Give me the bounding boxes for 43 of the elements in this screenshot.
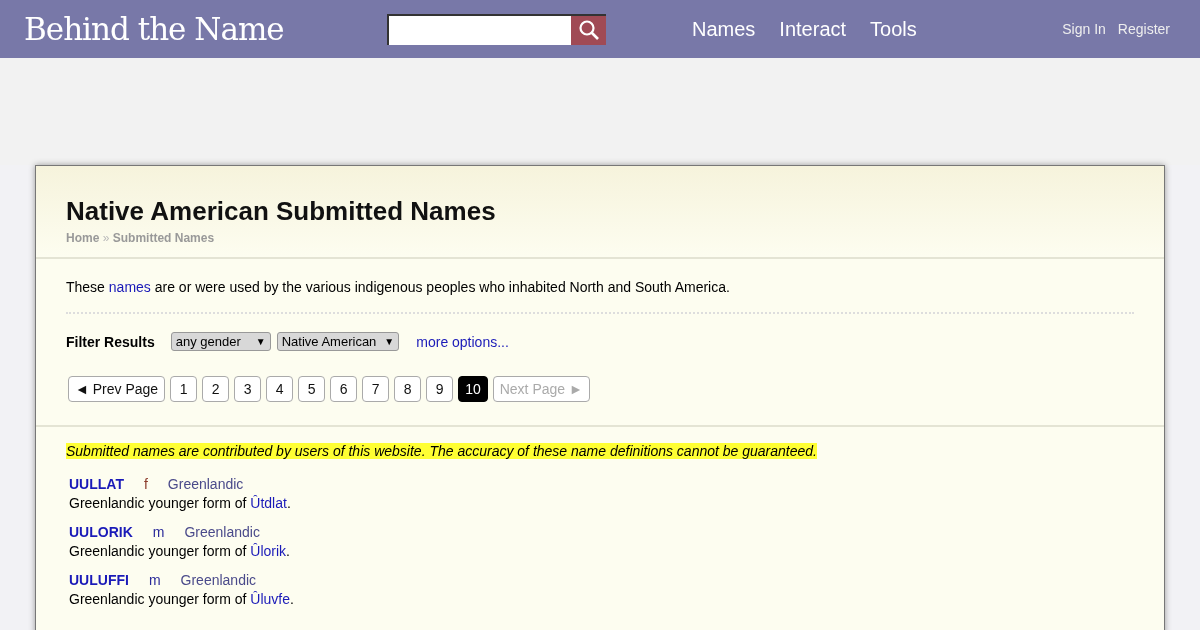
filter-label: Filter Results xyxy=(66,333,155,350)
page-title: Native American Submitted Names xyxy=(66,196,497,227)
page-button[interactable]: 2 xyxy=(202,376,230,402)
name-link[interactable]: Ûluvfe xyxy=(250,591,290,607)
name-link[interactable]: Ûtdlat xyxy=(250,495,287,511)
definition-text: Greenlandic younger form of Ûluvfe. xyxy=(69,591,295,607)
definition-text: Greenlandic younger form of Ûtdlat. xyxy=(69,495,292,511)
names-link[interactable]: names xyxy=(108,279,151,295)
usage-link[interactable]: Greenlandic xyxy=(167,476,244,492)
definition-text: Greenlandic younger form of Ûlorik. xyxy=(69,543,291,559)
more-options-link[interactable]: more options... xyxy=(416,333,509,350)
nav-link[interactable]: Interact xyxy=(779,17,847,41)
nav-link[interactable]: Tools xyxy=(870,17,917,41)
page-button[interactable]: 7 xyxy=(362,376,390,402)
search-field[interactable] xyxy=(387,13,606,45)
page-button[interactable]: 4 xyxy=(266,376,294,402)
account-link[interactable]: Sign In xyxy=(1062,21,1106,37)
page-button[interactable]: 9 xyxy=(426,376,454,402)
filter-dropdown[interactable]: any gender ▼ xyxy=(170,332,271,351)
name-link[interactable]: UULUFFI xyxy=(69,572,129,588)
disclaimer-notice: Submitted names are contributed by users of this website. The accuracy of these name definitions cannot be guaranteed. xyxy=(66,443,817,459)
search-button[interactable] xyxy=(571,15,606,45)
gender-label: m xyxy=(148,572,161,588)
usage-link[interactable]: Greenlandic xyxy=(184,524,260,540)
intro-text: These names are or were used by the various indigenous peoples who inhabited North and South America. xyxy=(66,279,1134,314)
page-button[interactable]: ◄ Prev Page xyxy=(68,376,166,402)
page-button[interactable]: 6 xyxy=(330,376,358,402)
search-icon xyxy=(577,19,600,41)
nav-link[interactable]: Names xyxy=(692,17,756,41)
site-logo[interactable]: Behind the Name xyxy=(24,11,387,47)
account-link[interactable]: Register xyxy=(1117,21,1170,37)
usage-link[interactable]: Greenlandic xyxy=(180,572,257,588)
page-button[interactable]: 8 xyxy=(394,376,422,402)
page-button[interactable]: 1 xyxy=(170,376,198,402)
name-link[interactable]: UULLAT xyxy=(69,476,124,492)
gender-label: m xyxy=(152,524,165,540)
breadcrumb-separator: » xyxy=(102,231,110,245)
page-button[interactable]: 3 xyxy=(234,376,262,402)
page-button[interactable]: 5 xyxy=(298,376,326,402)
gender-label: f xyxy=(143,476,148,492)
page-button[interactable]: 10 xyxy=(458,376,488,402)
filter-dropdown[interactable]: Native American ▼ xyxy=(276,332,400,351)
name-link[interactable]: UULORIK xyxy=(69,524,133,540)
